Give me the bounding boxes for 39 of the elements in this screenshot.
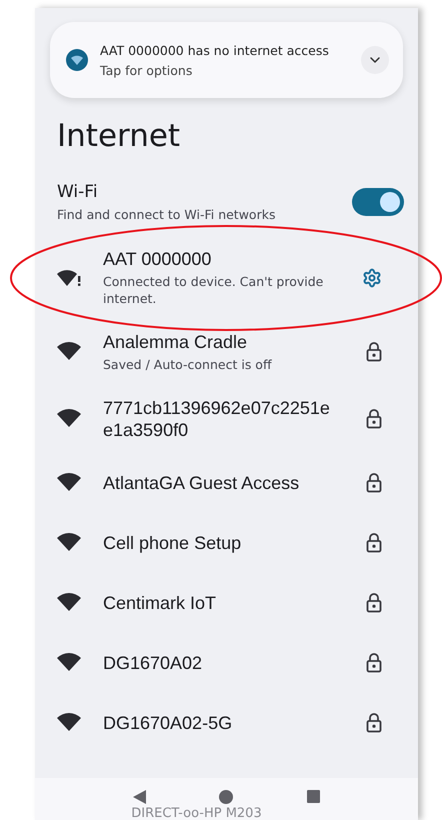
wifi-icon	[57, 342, 81, 362]
network-status: Saved / Auto-connect is off	[103, 356, 273, 373]
network-name[interactable]: 7771cb11396962e07c2251e e1a3590f0	[103, 397, 344, 441]
network-status: Connected to device. Can't provide internet.	[103, 273, 324, 307]
recents-icon[interactable]	[306, 790, 320, 803]
network-name[interactable]: AtlantaGA Guest Access	[103, 472, 344, 494]
page-title: Internet	[57, 118, 182, 154]
back-icon[interactable]	[133, 790, 146, 804]
wifi-toggle[interactable]	[352, 188, 404, 216]
network-name: DIRECT-oo-HP M203	[131, 806, 262, 820]
lock-icon	[366, 342, 382, 362]
wifi-icon	[57, 409, 81, 429]
home-icon[interactable]	[219, 790, 234, 804]
expand-button[interactable]	[361, 46, 389, 74]
wifi-description: Find and connect to Wi-Fi networks	[57, 207, 276, 222]
lock-icon	[366, 473, 382, 493]
lock-icon	[366, 409, 382, 429]
settings-icon[interactable]	[362, 268, 382, 288]
wifi-icon	[57, 593, 81, 613]
network-name[interactable]: DG1670A02	[103, 652, 344, 674]
wifi-icon	[57, 713, 81, 733]
lock-icon	[366, 593, 382, 613]
notification-title: AAT 0000000 has no internet access	[100, 42, 330, 58]
network-name[interactable]: Cell phone Setup	[103, 532, 344, 554]
network-name[interactable]: AAT 0000000	[103, 248, 340, 270]
wifi-alert-app-icon	[66, 49, 88, 71]
lock-icon	[366, 653, 382, 673]
notification-subtitle: Tap for options	[100, 62, 194, 78]
network-name[interactable]: Centimark IoT	[103, 592, 344, 614]
network-name[interactable]: Analemma Cradle	[103, 331, 344, 353]
notification-card[interactable]: AAT 0000000 has no internet access Tap for options	[50, 22, 403, 98]
lock-icon	[366, 533, 382, 553]
wifi-icon	[57, 473, 81, 493]
wifi-label: Wi-Fi	[57, 182, 99, 202]
network-name[interactable]: DG1670A02-5G	[103, 712, 344, 734]
lock-icon	[366, 713, 382, 733]
wifi-icon	[57, 533, 81, 553]
wifi-icon	[57, 653, 81, 673]
wifi-warning-icon	[57, 268, 81, 288]
